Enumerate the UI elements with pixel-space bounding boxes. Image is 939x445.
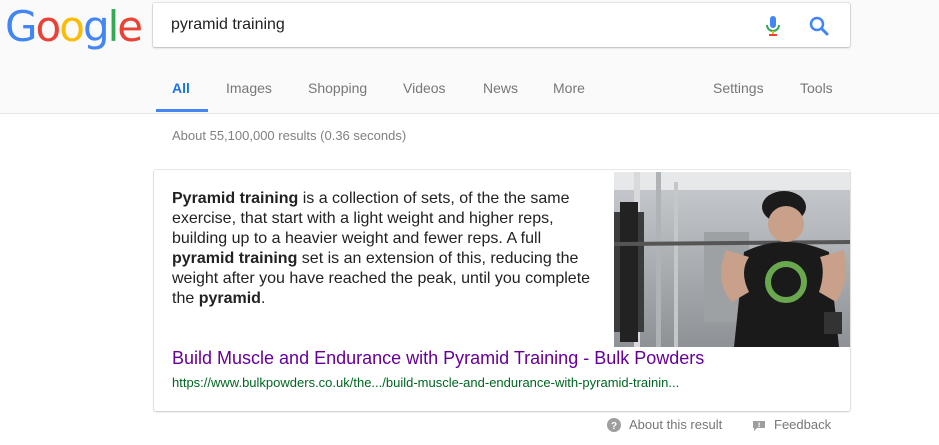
- tab-videos[interactable]: Videos: [403, 80, 446, 96]
- mic-icon[interactable]: [765, 15, 781, 37]
- tab-shopping[interactable]: Shopping: [308, 80, 367, 96]
- snippet-span: .: [260, 290, 266, 307]
- help-icon: ?: [607, 418, 621, 435]
- logo-letter: e: [117, 2, 143, 51]
- snippet-text: Pyramid training is a collection of sets…: [172, 189, 592, 309]
- feedback-label: Feedback: [774, 417, 832, 432]
- logo-letter: l: [107, 2, 120, 51]
- logo-letter: o: [59, 2, 85, 51]
- result-title-link[interactable]: Build Muscle and Endurance with Pyramid …: [172, 348, 704, 369]
- tab-all[interactable]: All: [172, 80, 190, 96]
- tab-news[interactable]: News: [483, 80, 518, 96]
- logo-letter: G: [5, 2, 38, 51]
- search-box: [153, 3, 850, 47]
- snippet-bold: pyramid training: [172, 250, 298, 267]
- logo-letter: g: [82, 2, 110, 51]
- feedback-icon: [752, 420, 766, 435]
- snippet-bold: pyramid: [198, 290, 261, 307]
- active-tab-indicator: [156, 109, 208, 112]
- snippet-bold: Pyramid training: [172, 190, 299, 207]
- google-logo[interactable]: Google: [5, 2, 143, 52]
- tab-more[interactable]: More: [553, 80, 585, 96]
- feedback-link[interactable]: Feedback: [752, 417, 831, 435]
- tab-images[interactable]: Images: [226, 80, 272, 96]
- about-label: About this result: [629, 417, 723, 432]
- svg-text:?: ?: [611, 421, 617, 432]
- tab-settings[interactable]: Settings: [713, 80, 764, 96]
- gym-photo[interactable]: [614, 172, 850, 347]
- result-stats: About 55,100,000 results (0.36 seconds): [172, 128, 407, 143]
- search-input[interactable]: [171, 3, 731, 47]
- result-url[interactable]: https://www.bulkpowders.co.uk/the.../bui…: [172, 375, 679, 390]
- search-tabs: All Images Shopping Videos News More Set…: [0, 72, 939, 112]
- tab-tools[interactable]: Tools: [800, 80, 833, 96]
- about-this-result-link[interactable]: ? About this result: [607, 417, 722, 435]
- logo-letter: o: [35, 2, 62, 51]
- featured-snippet-card: Pyramid training is a collection of sets…: [154, 170, 850, 411]
- search-icon[interactable]: [808, 15, 830, 37]
